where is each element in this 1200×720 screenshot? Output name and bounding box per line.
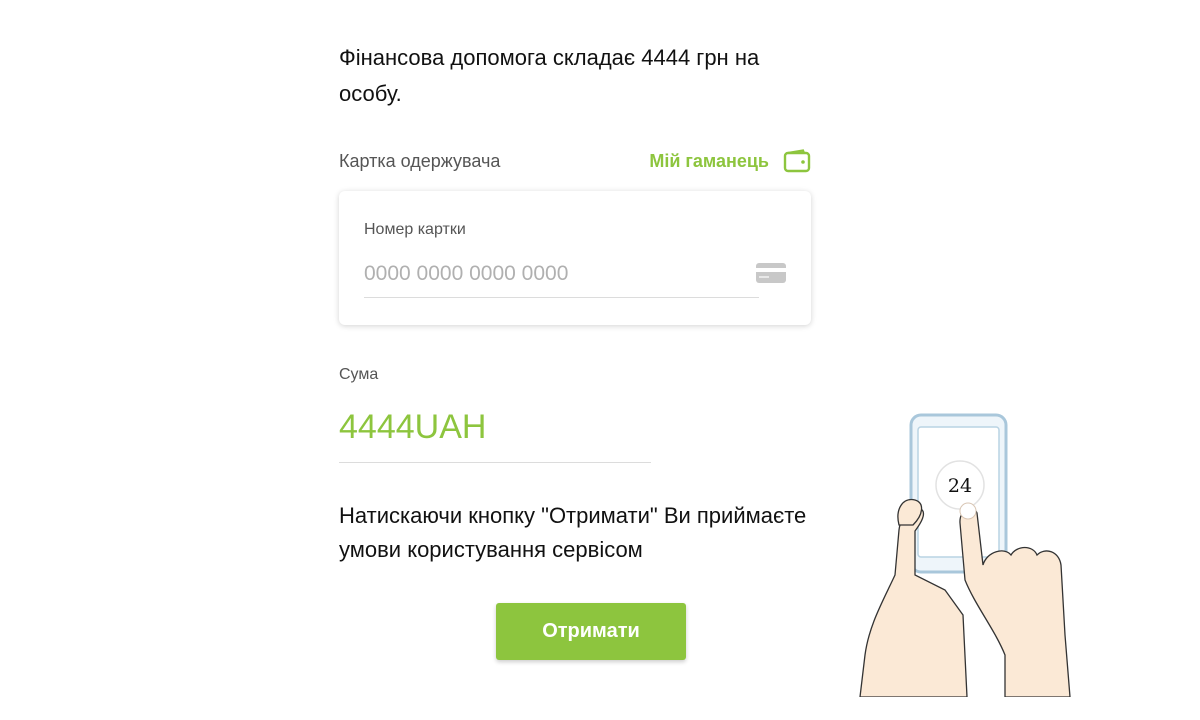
recipient-card-label: Картка одержувача — [339, 150, 501, 171]
amount-label: Сума — [339, 366, 379, 383]
my-wallet-label: Мій гаманець — [649, 150, 769, 171]
terms-text: Натискаючи кнопку "Отримати" Ви приймаєт… — [339, 503, 807, 562]
intro-text: Фінансова допомога складає 4444 грн на о… — [339, 45, 760, 106]
my-wallet-link[interactable]: Мій гаманець — [649, 149, 811, 173]
credit-card-icon — [756, 263, 786, 283]
amount-value: 4444UAH — [339, 404, 651, 463]
recipient-row: Картка одержувача Мій гаманець — [339, 146, 811, 176]
card-number-input[interactable] — [364, 251, 759, 298]
phone-in-hands-illustration: 24 — [859, 413, 1071, 697]
wallet-icon — [783, 149, 811, 173]
card-number-panel: Номер картки — [339, 191, 811, 325]
card-number-label: Номер картки — [364, 221, 466, 238]
badge-24: 24 — [948, 475, 972, 497]
receive-button[interactable]: Отримати — [496, 603, 686, 660]
